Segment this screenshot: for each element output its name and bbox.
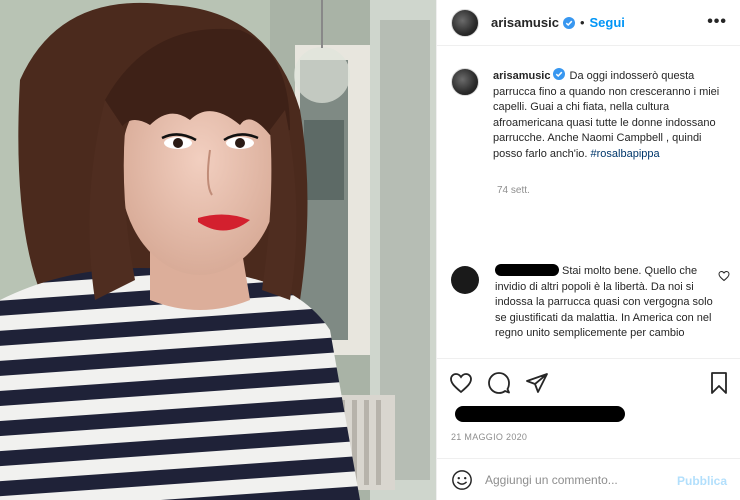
comment-text: Stai molto bene. Quello che invidio di a… bbox=[495, 264, 715, 356]
bookmark-icon[interactable] bbox=[707, 371, 731, 395]
commenter-avatar[interactable] bbox=[451, 266, 479, 294]
verified-badge-icon bbox=[562, 16, 575, 29]
post-photo bbox=[0, 0, 436, 500]
caption-username[interactable]: arisamusic bbox=[493, 70, 550, 82]
post-header: arisamusic • Segui ••• bbox=[437, 0, 740, 46]
username-link[interactable]: arisamusic bbox=[491, 15, 559, 30]
comment-input[interactable] bbox=[485, 472, 665, 487]
follow-button[interactable]: Segui bbox=[590, 15, 625, 30]
share-icon[interactable] bbox=[525, 371, 549, 395]
action-bar bbox=[437, 358, 740, 406]
caption-verified-badge-icon bbox=[553, 68, 566, 80]
comment-item: Stai molto bene. Quello che invidio di a… bbox=[451, 264, 733, 356]
hashtag-link[interactable]: #rosalbapippa bbox=[591, 148, 660, 160]
caption-text: arisamusic Da oggi indosserò questa parr… bbox=[493, 68, 723, 162]
post-date: 21 MAGGIO 2020 bbox=[451, 432, 528, 442]
comment-body: Stai molto bene. Quello che invidio di a… bbox=[495, 265, 713, 339]
caption-time: 74 sett. bbox=[497, 185, 530, 196]
post-side-panel: arisamusic • Segui ••• arisamusic Da ogg… bbox=[436, 0, 740, 500]
add-comment-bar: Pubblica bbox=[437, 458, 740, 500]
publish-button[interactable]: Pubblica bbox=[677, 474, 727, 488]
user-avatar[interactable] bbox=[451, 8, 479, 37]
redacted-likes bbox=[455, 406, 625, 422]
heart-icon[interactable] bbox=[449, 371, 473, 395]
separator-dot: • bbox=[579, 15, 585, 30]
redacted-commenter-name bbox=[495, 264, 559, 276]
comment-icon[interactable] bbox=[487, 371, 511, 395]
emoji-icon[interactable] bbox=[451, 469, 473, 491]
more-options-icon[interactable]: ••• bbox=[707, 13, 727, 31]
caption-avatar[interactable] bbox=[451, 68, 479, 96]
post-caption: arisamusic Da oggi indosserò questa parr… bbox=[451, 68, 733, 162]
caption-body: Da oggi indosserò questa parrucca fino a… bbox=[493, 70, 720, 160]
comment-like-heart-icon[interactable] bbox=[718, 270, 730, 282]
